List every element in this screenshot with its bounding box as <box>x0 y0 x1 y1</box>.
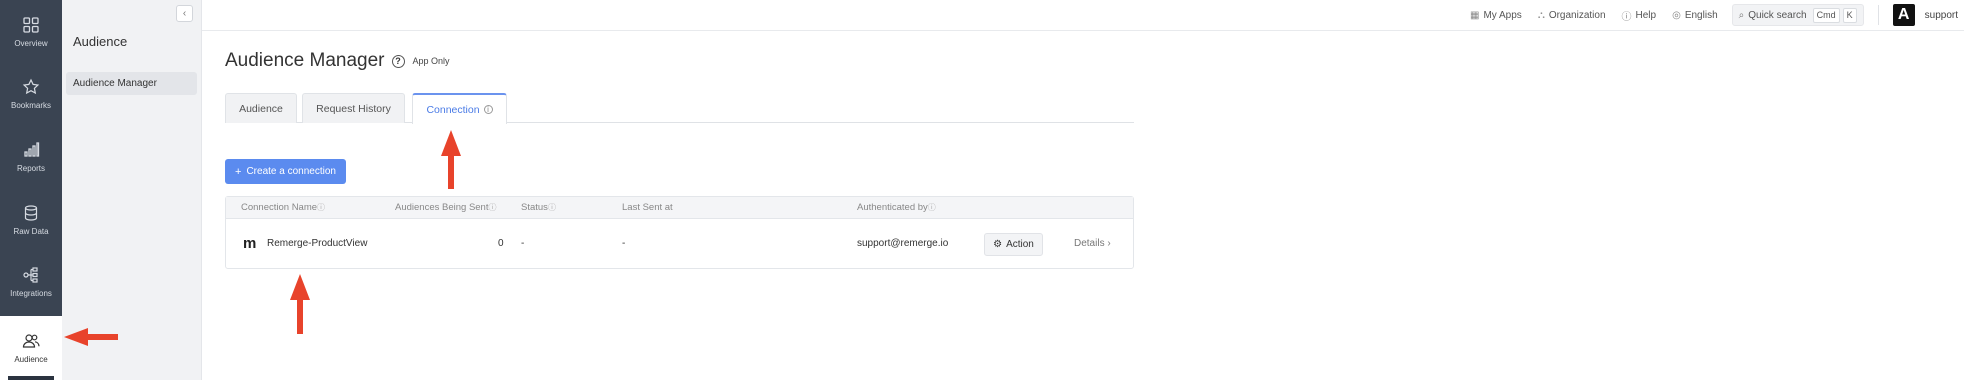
action-button[interactable]: ⚙ Action <box>984 233 1043 256</box>
app-only-badge: App Only <box>412 56 450 66</box>
status-value: - <box>521 238 525 249</box>
my-apps-label: My Apps <box>1483 9 1522 21</box>
info-icon: ⓘ <box>317 203 326 212</box>
tab-connection[interactable]: Connection i <box>412 93 507 124</box>
last-sent-value: - <box>622 238 626 249</box>
search-icon: ⌕ <box>1738 9 1745 21</box>
top-bar: ▦ My Apps ⛬ Organization ⓘ Help ◎ Englis… <box>202 0 1964 31</box>
users-icon <box>22 333 40 348</box>
quick-search-label: Quick search <box>1748 9 1807 21</box>
tab-audience[interactable]: Audience <box>225 93 297 123</box>
action-label: Action <box>1006 239 1034 250</box>
chevron-left-icon: ‹ <box>182 8 187 19</box>
column-header-authenticated-by: Authenticated byⓘ <box>857 202 936 213</box>
sidebar-section-title: Audience <box>73 34 128 49</box>
quick-search-input[interactable]: ⌕ Quick search Cmd K <box>1731 4 1864 26</box>
create-connection-button[interactable]: + Create a connection <box>225 159 346 184</box>
column-header-status: Statusⓘ <box>521 202 556 213</box>
rail-item-overview[interactable]: Overview <box>0 0 62 64</box>
details-link[interactable]: Details › <box>1074 219 1111 269</box>
rail-label: Overview <box>14 38 48 48</box>
help-label: Help <box>1635 9 1657 21</box>
shortcut-key-cmd: Cmd <box>1812 7 1840 23</box>
chevron-right-icon: › <box>1107 238 1111 249</box>
tab-label: Audience <box>239 102 283 115</box>
user-name[interactable]: support <box>1925 10 1958 21</box>
table-header: Connection Nameⓘ Audiences Being Sentⓘ S… <box>226 197 1133 219</box>
help-circle-icon: ⓘ <box>1621 11 1632 23</box>
rail-label: Bookmarks <box>10 100 51 110</box>
plus-icon: + <box>235 165 242 178</box>
question-icon[interactable]: ? <box>391 54 405 68</box>
page-title-row: Audience Manager ? App Only <box>225 50 450 72</box>
bar-chart-icon <box>24 141 40 157</box>
remerge-logo-icon: m <box>243 235 257 252</box>
language-label: English <box>1684 9 1718 21</box>
create-connection-label: Create a connection <box>246 166 336 177</box>
rail-item-bookmarks[interactable]: Bookmarks <box>0 62 62 126</box>
rail-label: Reports <box>16 163 45 173</box>
page-title: Audience Manager <box>225 50 385 71</box>
organization-link[interactable]: ⛬ Organization <box>1538 10 1606 21</box>
avatar[interactable]: A <box>1892 4 1915 26</box>
apps-grid-icon: ▦ <box>1470 9 1480 21</box>
column-header-last-sent-at: Last Sent at <box>622 202 673 213</box>
rail-label: Audience <box>14 354 48 364</box>
topbar-divider <box>1877 5 1879 25</box>
rail-item-raw-data[interactable]: Raw Data <box>0 188 62 252</box>
organization-icon: ⛬ <box>1537 9 1545 21</box>
info-icon: i <box>483 105 493 114</box>
collapse-sidebar-button[interactable]: ‹ <box>176 5 193 22</box>
info-icon: ⓘ <box>488 203 497 212</box>
gear-icon: ⚙ <box>993 239 1003 250</box>
sidebar-item-audience-manager[interactable]: Audience Manager <box>66 72 197 95</box>
annotation-arrow-up-icon <box>290 274 310 334</box>
shortcut-key-k: K <box>1842 7 1857 23</box>
column-header-connection-name: Connection Nameⓘ <box>241 202 326 213</box>
left-rail: Overview Bookmarks Reports Raw Data Inte… <box>0 0 62 380</box>
rail-item-integrations[interactable]: Integrations <box>0 250 62 314</box>
rail-item-reports[interactable]: Reports <box>0 125 62 189</box>
my-apps-link[interactable]: ▦ My Apps <box>1470 10 1522 21</box>
app: Overview Bookmarks Reports Raw Data Inte… <box>0 0 1964 380</box>
audiences-count: 0 <box>498 238 504 249</box>
connections-table: Connection Nameⓘ Audiences Being Sentⓘ S… <box>225 196 1134 269</box>
rail-label: Integrations <box>10 288 52 298</box>
connection-name: Remerge-ProductView <box>267 238 368 249</box>
integrations-icon <box>23 266 38 283</box>
column-header-audiences-being-sent: Audiences Being Sentⓘ <box>395 202 497 213</box>
annotation-arrow-up-icon <box>441 130 461 189</box>
organization-label: Organization <box>1548 9 1606 21</box>
tab-label: Connection <box>426 103 480 116</box>
rail-item-audience[interactable]: Audience <box>0 316 62 380</box>
info-icon: ⓘ <box>547 203 556 212</box>
star-icon <box>22 78 40 94</box>
rail-scroll-hint <box>8 376 54 380</box>
annotation-arrow-left-icon <box>64 328 118 346</box>
grid-icon <box>23 16 39 33</box>
database-icon <box>24 204 38 221</box>
tab-label: Request History <box>316 102 391 115</box>
help-link[interactable]: ⓘ Help <box>1622 8 1657 23</box>
secondary-sidebar <box>62 0 202 380</box>
rail-label: Raw Data <box>13 226 49 236</box>
tab-request-history[interactable]: Request History <box>302 93 405 123</box>
tab-bar: Audience Request History Connection i <box>225 93 1134 124</box>
globe-icon: ◎ <box>1672 9 1681 21</box>
info-icon: ⓘ <box>927 203 936 212</box>
authenticated-by-value: support@remerge.io <box>857 238 949 249</box>
language-selector[interactable]: ◎ English <box>1672 10 1718 21</box>
